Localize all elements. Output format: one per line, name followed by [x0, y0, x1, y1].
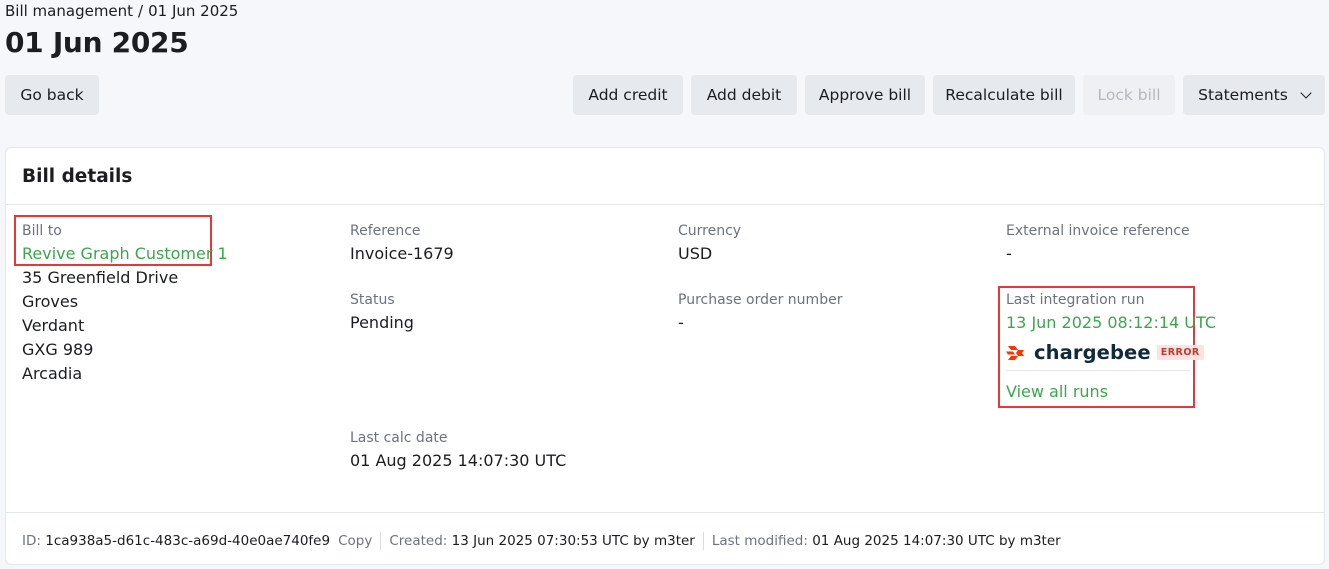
reference-value: Invoice-1679	[350, 244, 454, 263]
footer-separator	[702, 532, 704, 550]
address-line: GXG 989	[22, 340, 94, 359]
add-credit-button[interactable]: Add credit	[573, 75, 683, 115]
status-value: Pending	[350, 313, 414, 332]
reference-label: Reference	[350, 223, 421, 239]
integration-divider	[1006, 370, 1190, 371]
address-line: Groves	[22, 292, 79, 311]
currency-value: USD	[678, 244, 713, 263]
footer-divider	[6, 512, 1324, 513]
lock-bill-button: Lock bill	[1083, 75, 1175, 115]
created-label: Created:	[389, 533, 448, 549]
breadcrumb-separator: /	[138, 2, 144, 20]
statements-label: Statements	[1198, 86, 1288, 104]
last-calc-date-label: Last calc date	[350, 430, 448, 446]
bill-details-card: Bill details Bill to Revive Graph Custom…	[5, 147, 1325, 565]
last-integration-label: Last integration run	[1006, 292, 1145, 308]
modified-label: Last modified:	[711, 533, 808, 549]
id-value: 1ca938a5-d61c-483c-a69d-40e0ae740fe9	[45, 533, 331, 549]
po-number-label: Purchase order number	[678, 292, 843, 308]
statements-dropdown-button[interactable]: Statements	[1183, 75, 1325, 115]
footer-separator	[380, 532, 382, 550]
approve-bill-button[interactable]: Approve bill	[805, 75, 925, 115]
address-line: Arcadia	[22, 364, 83, 383]
po-number-value: -	[678, 313, 684, 332]
breadcrumb-current: 01 Jun 2025	[148, 2, 239, 20]
address-line: Verdant	[22, 316, 85, 335]
external-ref-value: -	[1006, 244, 1012, 263]
breadcrumb: Bill management /01 Jun 2025	[5, 2, 238, 20]
page-title: 01 Jun 2025	[5, 26, 189, 59]
view-all-runs-link[interactable]: View all runs	[1006, 382, 1108, 401]
last-calc-date-value: 01 Aug 2025 14:07:30 UTC	[350, 451, 567, 470]
copy-button[interactable]: Copy	[338, 533, 372, 549]
bill-to-label: Bill to	[22, 223, 62, 239]
error-badge: ERROR	[1156, 345, 1204, 360]
add-debit-button[interactable]: Add debit	[691, 75, 797, 115]
go-back-button[interactable]: Go back	[5, 75, 99, 115]
customer-link[interactable]: Revive Graph Customer 1	[22, 244, 228, 263]
created-value: 13 Jun 2025 07:30:53 UTC by m3ter	[451, 533, 695, 549]
id-label: ID:	[22, 533, 41, 549]
status-label: Status	[350, 292, 395, 308]
currency-label: Currency	[678, 223, 742, 239]
address-line: 35 Greenfield Drive	[22, 268, 179, 287]
card-footer: ID: 1ca938a5-d61c-483c-a69d-40e0ae740fe9…	[22, 532, 1061, 550]
integration-provider: chargebee ERROR	[1006, 341, 1204, 364]
card-title: Bill details	[22, 166, 133, 187]
recalculate-bill-button[interactable]: Recalculate bill	[933, 75, 1075, 115]
breadcrumb-parent[interactable]: Bill management	[5, 2, 133, 20]
chargebee-wordmark: chargebee	[1034, 341, 1151, 364]
external-ref-label: External invoice reference	[1006, 223, 1190, 239]
chargebee-logo-icon	[1006, 345, 1024, 360]
chevron-down-icon	[1300, 86, 1312, 99]
modified-value: 01 Aug 2025 14:07:30 UTC by m3ter	[812, 533, 1061, 549]
integration-timestamp[interactable]: 13 Jun 2025 08:12:14 UTC	[1006, 313, 1216, 332]
card-header-divider	[6, 204, 1324, 205]
